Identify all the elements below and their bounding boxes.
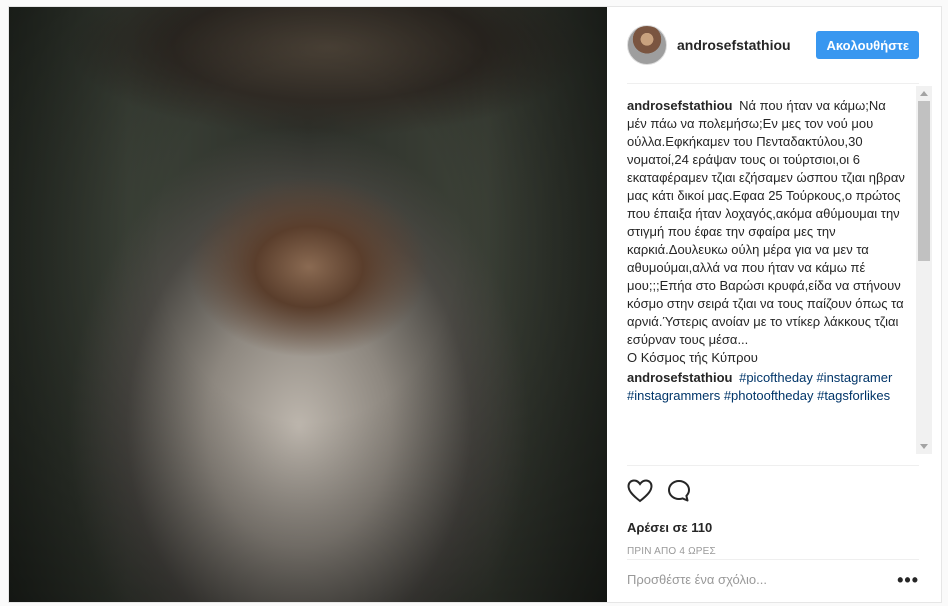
post-photo[interactable]	[9, 7, 607, 602]
scroll-down-arrow-icon[interactable]	[920, 444, 928, 449]
hashtag-link[interactable]: #instagrammers	[627, 388, 720, 403]
author-username[interactable]: androsefstathiou	[677, 37, 816, 53]
comment-username[interactable]: androsefstathiou	[627, 370, 732, 385]
caption-comment: androsefstathiou Νά που ήταν να κάμω;Να …	[627, 97, 905, 367]
comment-input[interactable]	[627, 572, 898, 587]
photo-vignette	[9, 7, 607, 602]
hashtag-link[interactable]: #picoftheday	[739, 370, 813, 385]
hashtag-link[interactable]: #photooftheday	[724, 388, 814, 403]
scroll-up-arrow-icon[interactable]	[920, 91, 928, 96]
likes-count[interactable]: Αρέσει σε 110	[627, 520, 919, 535]
avatar[interactable]	[627, 25, 667, 65]
add-comment-bar: •••	[627, 559, 919, 599]
hashtag-link[interactable]: #tagsforlikes	[817, 388, 890, 403]
post-sidebar: androsefstathiou Ακολουθήστε androsefsta…	[607, 7, 941, 602]
comment-username[interactable]: androsefstathiou	[627, 98, 732, 113]
heart-icon[interactable]	[627, 479, 653, 503]
post-card: androsefstathiou Ακολουθήστε androsefsta…	[8, 6, 942, 603]
post-timestamp[interactable]: ΠΡΙΝ ΑΠΟ 4 ΩΡΕΣ	[627, 546, 919, 557]
follow-button[interactable]: Ακολουθήστε	[816, 31, 919, 59]
more-options-icon[interactable]: •••	[897, 571, 919, 589]
comment-text: Νά που ήταν να κάμω;Να μέν πάω να πολεμή…	[627, 98, 905, 347]
tags-comment: androsefstathiou #picoftheday #instagram…	[627, 369, 905, 405]
comments-scrollbar[interactable]	[916, 86, 932, 454]
action-icons	[627, 478, 919, 504]
post-actions: Αρέσει σε 110 ΠΡΙΝ ΑΠΟ 4 ΩΡΕΣ	[627, 465, 919, 557]
post-header: androsefstathiou Ακολουθήστε	[627, 7, 919, 84]
comment-signature: Ο Κόσμος τής Κύπρου	[627, 350, 758, 365]
scrollbar-thumb[interactable]	[918, 101, 930, 261]
comment-list: androsefstathiou Νά που ήταν να κάμω;Να …	[627, 97, 905, 459]
hashtag-link[interactable]: #instagramer	[816, 370, 892, 385]
speech-bubble-icon[interactable]	[667, 479, 691, 503]
